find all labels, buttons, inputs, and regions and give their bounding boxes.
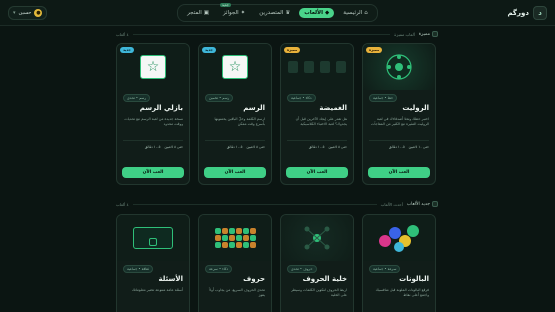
game-card[interactable]: مميزة ذكاء • جماعية الغميضة هل تقدر على … xyxy=(280,43,354,185)
section-count: ٤ ألعاب xyxy=(116,31,129,37)
logo-icon: د xyxy=(532,5,547,20)
game-title: خلية الحروف xyxy=(302,275,347,283)
nav-home[interactable]: ⌂ الرئيسية xyxy=(338,8,372,18)
game-meta: ذكاء • جماعية xyxy=(287,94,316,102)
balloons-icon xyxy=(379,225,419,252)
game-title: الأسئلة xyxy=(158,275,183,283)
user-name: حسين xyxy=(18,9,32,16)
game-title: الغميضة xyxy=(319,104,347,112)
game-meta: ذكاء • سرعة xyxy=(205,265,233,273)
play-button[interactable]: العب الآن xyxy=(122,167,184,178)
game-description: نسخة جديدة من لعبة الرسم مع تحديات ووقت … xyxy=(124,117,183,126)
section-divider xyxy=(132,203,377,205)
section-title: جديد الألعاب xyxy=(407,201,438,207)
hide-seek-art: مميزة xyxy=(281,44,353,90)
game-card[interactable]: حروف • تحدي خلية الحروف اربط الحروف لتكو… xyxy=(280,214,354,312)
quiz-screen-icon xyxy=(133,227,173,249)
game-meta: رسم • تحدي xyxy=(123,94,151,102)
coin-icon: ● xyxy=(34,8,43,17)
star-icon xyxy=(432,31,438,37)
game-description: فرقع البالونات الملونة قبل منافسيك واجمع… xyxy=(375,288,429,297)
game-meta: حروف • تحدي xyxy=(287,265,317,273)
game-meta: رسم • تخمين xyxy=(205,94,234,102)
divider xyxy=(123,140,183,141)
gift-icon: ✦ xyxy=(240,9,246,16)
section-subtitle: أحدث الألعاب xyxy=(380,201,403,207)
network-icon xyxy=(304,226,330,250)
brand-name: دورگم xyxy=(507,8,529,17)
game-card[interactable]: ☆ جديد رسم • تخمين الرسم ارسم الكلمة وخل… xyxy=(198,43,272,185)
game-description: اختبر حظك وتحدّ أصدقاءك في لعبة الروليت … xyxy=(371,117,429,126)
divider xyxy=(205,140,265,141)
drawing-art: ☆ جديد xyxy=(199,44,271,90)
game-card[interactable]: ثقافة • جماعية الأسئلة أسئلة عامة متنوعة… xyxy=(116,214,190,312)
game-title: الرسم xyxy=(243,104,265,112)
store-icon: ▣ xyxy=(203,9,209,16)
home-icon: ⌂ xyxy=(364,9,368,16)
game-info: حتى ٨ لاعبين ٥-١٠ دقائق xyxy=(308,145,347,149)
chevron-down-icon: ▾ xyxy=(13,9,16,16)
game-description: اربط الحروف لتكوين الكلمات وسيطر على الخ… xyxy=(291,288,347,297)
sparkle-icon xyxy=(432,201,438,207)
play-button[interactable]: العب الآن xyxy=(286,167,348,178)
hex-grid-icon xyxy=(214,228,256,248)
gamepad-icon: ◆ xyxy=(325,9,330,16)
section-title: مميزة xyxy=(419,31,438,37)
game-meta: ثقافة • جماعية xyxy=(123,265,153,273)
new-badge: جديد xyxy=(120,47,134,53)
nav-prizes[interactable]: جديد ✦ الجوائز xyxy=(218,2,250,18)
nav-games[interactable]: ◆ الألعاب xyxy=(299,7,335,18)
play-button[interactable]: العب الآن xyxy=(204,167,266,178)
faces-icon xyxy=(288,61,346,73)
section-count: ٤ ألعاب xyxy=(116,201,129,207)
game-card[interactable]: ☆ جديد رسم • تحدي بازلي الرسم نسخة جديدة… xyxy=(116,43,190,185)
section-subtitle: ألعاب مميزة xyxy=(394,31,415,37)
section-header-new: جديد الألعاب أحدث الألعاب ٤ ألعاب xyxy=(116,199,438,209)
letter-hive-art xyxy=(281,215,353,261)
game-title: حروف xyxy=(243,275,265,283)
game-title: البالونات xyxy=(399,275,429,283)
user-chip[interactable]: ▾ حسين ● xyxy=(8,5,48,20)
divider xyxy=(287,140,347,141)
new-badge: جديد xyxy=(219,2,231,7)
game-title: الروليت xyxy=(402,104,429,112)
game-info: حتى ٨ لاعبين ٥-١٠ دقائق xyxy=(226,145,265,149)
game-info: حتى ١٠ لاعبين ٥-١٠ دقائق xyxy=(388,145,429,149)
game-description: هل تقدر على إيجاد الآخرين قبل أن يجدوك؟ … xyxy=(295,117,347,126)
game-card[interactable]: مميزة حظ • جماعية الروليت اختبر حظك وتحد… xyxy=(362,43,436,185)
featured-badge: مميزة xyxy=(284,47,301,53)
nav-leaderboard[interactable]: ♛ المتصدرين xyxy=(254,8,295,18)
featured-badge: مميزة xyxy=(366,47,383,53)
game-title: بازلي الرسم xyxy=(139,104,183,112)
game-info: حتى ٨ لاعبين ٥-١٠ دقائق xyxy=(144,145,183,149)
brand[interactable]: دورگم د xyxy=(507,5,547,20)
questions-art xyxy=(117,215,189,261)
game-card[interactable]: سرعة • جماعية البالونات فرقع البالونات ا… xyxy=(362,214,436,312)
trophy-icon: ♛ xyxy=(285,9,291,16)
game-meta: حظ • جماعية xyxy=(369,94,398,102)
nav-store[interactable]: ▣ المتجر xyxy=(182,8,214,18)
section-divider xyxy=(132,33,391,35)
game-description: أسئلة عامة متنوعة تختبر معلوماتك xyxy=(131,288,183,292)
letters-art xyxy=(199,215,271,261)
main-nav: ⌂ الرئيسية ◆ الألعاب ♛ المتصدرين جديد ✦ الجوا… xyxy=(177,2,378,22)
top-bar: ▾ حسين ● ⌂ الرئيسية ◆ الألعاب ♛ المتصدرين ج… xyxy=(0,0,555,26)
game-card[interactable]: ذكاء • سرعة حروف تحدي الحروف السريع، من … xyxy=(198,214,272,312)
new-badge: جديد xyxy=(202,47,216,53)
star-canvas-icon: ☆ xyxy=(222,55,248,79)
game-meta: سرعة • جماعية xyxy=(369,265,401,273)
star-canvas-icon: ☆ xyxy=(140,55,166,79)
divider xyxy=(369,140,429,141)
roulette-art: مميزة xyxy=(363,44,435,90)
play-button[interactable]: العب الآن xyxy=(368,167,430,178)
balloons-art xyxy=(363,215,435,261)
game-description: ارسم الكلمة وخلّ الباقين يخمنونها بأسرع … xyxy=(214,117,265,126)
section-header-featured: مميزة ألعاب مميزة ٤ ألعاب xyxy=(116,29,438,39)
roulette-icon xyxy=(386,54,412,80)
drawing-puzzle-art: ☆ جديد xyxy=(117,44,189,90)
game-description: تحدي الحروف السريع، من يجاوب أولاً يفوز xyxy=(209,288,265,297)
